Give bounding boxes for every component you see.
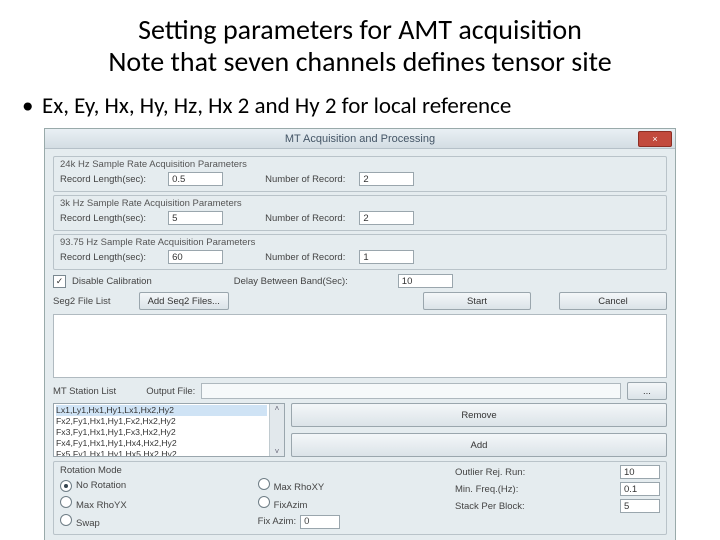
channel-combo-row: Lx1,Ly1,Hx1,Hy1,Lx1,Hx2,Hy2 Fx2,Fy1,Hx1,…: [53, 403, 667, 457]
group-3k-legend: 3k Hz Sample Rate Acquisition Parameters: [60, 198, 660, 209]
mt-row: MT Station List Output File: ...: [53, 382, 667, 400]
title-line-2: Note that seven channels defines tensor …: [108, 44, 611, 79]
rec-len-input-3k[interactable]: 5: [168, 211, 223, 225]
title-line-1: Setting parameters for AMT acquisition: [138, 12, 582, 47]
disable-calibration-checkbox[interactable]: ✓: [53, 275, 66, 288]
select-scrollbar[interactable]: ˄ ˅: [269, 404, 284, 456]
channel-select[interactable]: Lx1,Ly1,Hx1,Hy1,Lx1,Hx2,Hy2 Fx2,Fy1,Hx1,…: [53, 403, 285, 457]
slide-title: Setting parameters for AMT acquisition N…: [0, 0, 720, 82]
radio-icon: [60, 514, 72, 526]
num-rec-label-3k: Number of Record:: [265, 213, 345, 224]
rotation-group: Rotation Mode No Rotation Max RhoXY Max …: [53, 461, 667, 535]
num-rec-label-24k: Number of Record:: [265, 174, 345, 185]
list-item[interactable]: Fx2,Fy1,Hx1,Hy1,Fx2,Hx2,Hy2: [56, 416, 267, 427]
group-24k: 24k Hz Sample Rate Acquisition Parameter…: [53, 156, 667, 192]
radio-max-rhoxy[interactable]: Max RhoXY: [258, 478, 445, 493]
output-file-input[interactable]: [201, 383, 621, 399]
minfreq-input[interactable]: 0.1: [620, 482, 660, 496]
close-button[interactable]: ×: [638, 131, 672, 147]
outlier-label: Outlier Rej. Run:: [455, 467, 525, 478]
seg2-file-list[interactable]: [53, 314, 667, 378]
num-rec-input-93[interactable]: 1: [359, 250, 414, 264]
radio-fix-azim[interactable]: FixAzim: [258, 496, 445, 511]
list-item[interactable]: Lx1,Ly1,Hx1,Hy1,Lx1,Hx2,Hy2: [56, 405, 267, 416]
window-body: 24k Hz Sample Rate Acquisition Parameter…: [45, 149, 675, 540]
radio-icon: [60, 480, 72, 492]
group-3k: 3k Hz Sample Rate Acquisition Parameters…: [53, 195, 667, 231]
channel-select-items: Lx1,Ly1,Hx1,Hy1,Lx1,Hx2,Hy2 Fx2,Fy1,Hx1,…: [54, 404, 269, 456]
window-title: MT Acquisition and Processing: [285, 133, 435, 145]
group-93-legend: 93.75 Hz Sample Rate Acquisition Paramet…: [60, 237, 660, 248]
add-button[interactable]: Add: [291, 433, 667, 457]
rec-len-input-24k[interactable]: 0.5: [168, 172, 223, 186]
delay-input[interactable]: 10: [398, 274, 453, 288]
radio-swap[interactable]: Swap: [60, 514, 232, 529]
radio-icon: [60, 496, 72, 508]
stack-label: Stack Per Block:: [455, 501, 525, 512]
outlier-input[interactable]: 10: [620, 465, 660, 479]
radio-icon: [258, 496, 270, 508]
num-rec-input-3k[interactable]: 2: [359, 211, 414, 225]
rec-len-input-93[interactable]: 60: [168, 250, 223, 264]
fix-azim-row: Fix Azim: 0: [258, 515, 445, 529]
cancel-button[interactable]: Cancel: [559, 292, 667, 310]
options-row: ✓ Disable Calibration Delay Between Band…: [53, 274, 667, 288]
check-icon: ✓: [56, 277, 64, 286]
mt-station-label: MT Station List: [53, 386, 116, 397]
num-rec-label-93: Number of Record:: [265, 252, 345, 263]
remove-button[interactable]: Remove: [291, 403, 667, 427]
radio-no-rotation[interactable]: No Rotation: [60, 480, 232, 492]
browse-button[interactable]: ...: [627, 382, 667, 400]
group-24k-legend: 24k Hz Sample Rate Acquisition Parameter…: [60, 159, 660, 170]
bullet-channels: Ex, Ey, Hx, Hy, Hz, Hx 2 and Hy 2 for lo…: [0, 82, 720, 128]
start-button[interactable]: Start: [423, 292, 531, 310]
list-item[interactable]: Fx4,Fy1,Hx1,Hy1,Hx4,Hx2,Hy2: [56, 438, 267, 449]
titlebar[interactable]: MT Acquisition and Processing ×: [45, 129, 675, 149]
delay-label: Delay Between Band(Sec):: [234, 276, 348, 287]
seg2-row: Seg2 File List Add Seq2 Files... Start C…: [53, 292, 667, 310]
stack-input[interactable]: 5: [620, 499, 660, 513]
fix-azim-label: Fix Azim:: [258, 516, 297, 527]
rec-len-label-93: Record Length(sec):: [60, 252, 146, 263]
close-icon: ×: [652, 135, 657, 144]
app-window: MT Acquisition and Processing × 24k Hz S…: [44, 128, 676, 540]
group-93: 93.75 Hz Sample Rate Acquisition Paramet…: [53, 234, 667, 270]
rec-len-label-3k: Record Length(sec):: [60, 213, 146, 224]
output-file-label: Output File:: [146, 386, 195, 397]
disable-calibration-label: Disable Calibration: [72, 276, 152, 287]
add-seq2-files-button[interactable]: Add Seq2 Files...: [139, 292, 229, 310]
rotation-legend: Rotation Mode: [60, 465, 445, 476]
list-item[interactable]: Fx3,Fy1,Hx1,Hy1,Fx3,Hx2,Hy2: [56, 427, 267, 438]
num-rec-input-24k[interactable]: 2: [359, 172, 414, 186]
chevron-down-icon[interactable]: ˅: [275, 447, 280, 456]
seg2-label: Seg2 File List: [53, 296, 111, 307]
fix-azim-input[interactable]: 0: [300, 515, 340, 529]
radio-max-rhoyx[interactable]: Max RhoYX: [60, 496, 232, 511]
rec-len-label-24k: Record Length(sec):: [60, 174, 146, 185]
minfreq-label: Min. Freq.(Hz):: [455, 484, 518, 495]
radio-icon: [258, 478, 270, 490]
chevron-up-icon[interactable]: ˄: [275, 404, 280, 413]
list-item[interactable]: Fx5,Fy1,Hx1,Hy1,Hx5,Hx2,Hy2: [56, 449, 267, 456]
